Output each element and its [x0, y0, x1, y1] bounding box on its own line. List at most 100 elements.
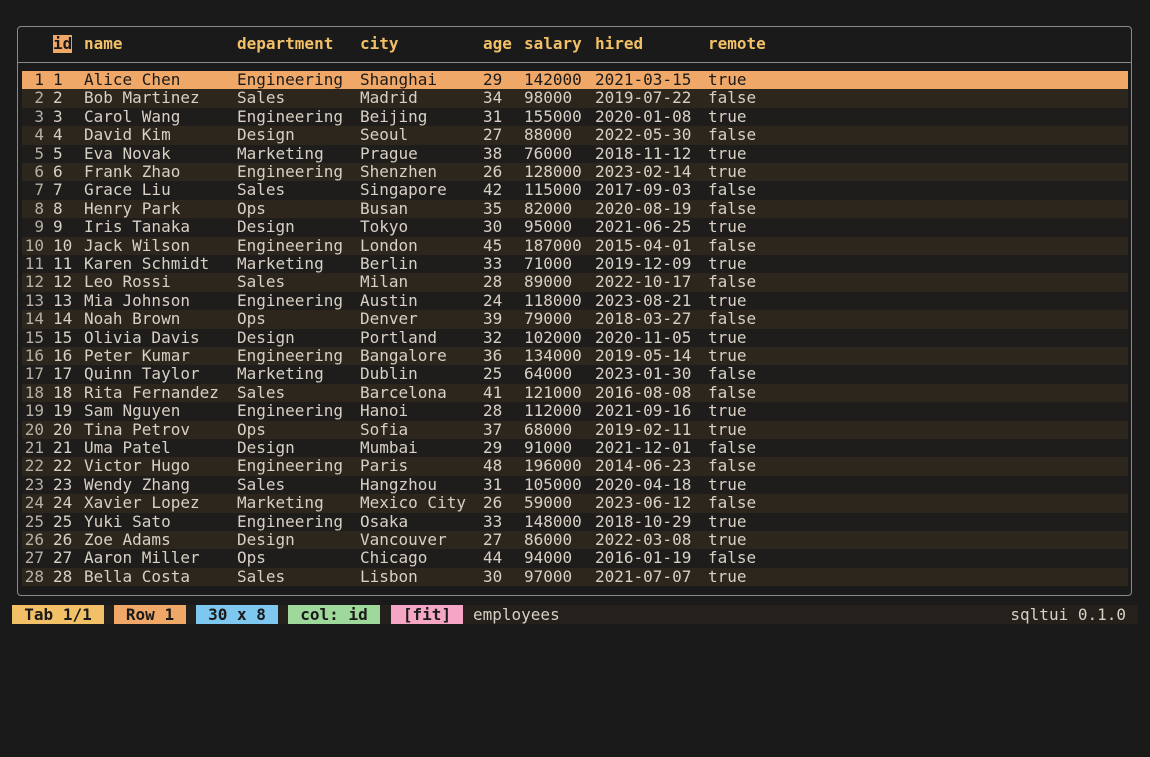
- column-header-department[interactable]: department: [237, 35, 333, 53]
- cell-id[interactable]: 13: [53, 291, 72, 310]
- cell-hired[interactable]: 2022-03-08: [595, 530, 691, 549]
- cell-city[interactable]: Osaka: [360, 512, 408, 531]
- cell-city[interactable]: Milan: [360, 272, 408, 291]
- cell-remote[interactable]: false: [708, 236, 756, 255]
- cell-name[interactable]: Henry Park: [84, 199, 180, 218]
- cell-city[interactable]: Barcelona: [360, 383, 447, 402]
- cell-id[interactable]: 24: [53, 493, 72, 512]
- cell-salary[interactable]: 71000: [524, 254, 572, 273]
- cell-age[interactable]: 28: [483, 272, 502, 291]
- cell-remote[interactable]: false: [708, 88, 756, 107]
- cell-city[interactable]: Madrid: [360, 88, 418, 107]
- table-row[interactable]: 3 3 Carol Wang Engineering Beijing 31 155000 20…: [22, 107, 1128, 127]
- cell-department[interactable]: Sales: [237, 88, 285, 107]
- table-row[interactable]: 12 12 Leo Rossi Sales Milan 28 89000 2022-10-17…: [22, 272, 1128, 292]
- table-row[interactable]: 23 23 Wendy Zhang Sales Hangzhou 31 105000 2020…: [22, 475, 1128, 495]
- cell-city[interactable]: Hanoi: [360, 401, 408, 420]
- cell-salary[interactable]: 102000: [524, 328, 582, 347]
- cell-name[interactable]: Carol Wang: [84, 107, 180, 126]
- cell-department[interactable]: Marketing: [237, 364, 324, 383]
- column-header-city[interactable]: city: [360, 35, 399, 53]
- cell-department[interactable]: Design: [237, 438, 295, 457]
- column-header-hired[interactable]: hired: [595, 35, 643, 53]
- cell-department[interactable]: Design: [237, 217, 295, 236]
- cell-name[interactable]: Alice Chen: [84, 70, 180, 89]
- cell-salary[interactable]: 86000: [524, 530, 572, 549]
- cell-name[interactable]: Frank Zhao: [84, 162, 180, 181]
- cell-city[interactable]: Sofia: [360, 420, 408, 439]
- table-row[interactable]: 20 20 Tina Petrov Ops Sofia 37 68000 2019-02-11…: [22, 420, 1128, 439]
- cell-remote[interactable]: true: [708, 567, 747, 586]
- cell-id[interactable]: 14: [53, 309, 72, 328]
- cell-id[interactable]: 12: [53, 272, 72, 291]
- cell-hired[interactable]: 2023-01-30: [595, 364, 691, 383]
- cell-id[interactable]: 9: [53, 217, 63, 236]
- cell-hired[interactable]: 2020-01-08: [595, 107, 691, 126]
- table-row[interactable]: 10 10 Jack Wilson Engineering London 45 187000…: [22, 236, 1128, 255]
- cell-department[interactable]: Sales: [237, 475, 285, 494]
- cell-salary[interactable]: 148000: [524, 512, 582, 531]
- cell-id[interactable]: 19: [53, 401, 72, 420]
- cell-department[interactable]: Engineering: [237, 162, 343, 181]
- cell-salary[interactable]: 89000: [524, 272, 572, 291]
- cell-age[interactable]: 25: [483, 364, 502, 383]
- cell-remote[interactable]: true: [708, 475, 747, 494]
- cell-city[interactable]: Singapore: [360, 180, 447, 199]
- column-header-remote[interactable]: remote: [708, 35, 766, 53]
- cell-id[interactable]: 1: [53, 70, 63, 89]
- cell-age[interactable]: 36: [483, 346, 502, 365]
- cell-salary[interactable]: 76000: [524, 144, 572, 163]
- cell-age[interactable]: 38: [483, 144, 502, 163]
- cell-remote[interactable]: true: [708, 530, 747, 549]
- cell-remote[interactable]: true: [708, 328, 747, 347]
- cell-age[interactable]: 30: [483, 217, 502, 236]
- cell-name[interactable]: Iris Tanaka: [84, 217, 190, 236]
- cell-department[interactable]: Engineering: [237, 401, 343, 420]
- cell-salary[interactable]: 142000: [524, 70, 582, 89]
- cell-salary[interactable]: 68000: [524, 420, 572, 439]
- cell-department[interactable]: Sales: [237, 567, 285, 586]
- table-row[interactable]: 15 15 Olivia Davis Design Portland 32 102000 20…: [22, 328, 1128, 347]
- cell-age[interactable]: 26: [483, 162, 502, 181]
- cell-id[interactable]: 21: [53, 438, 72, 457]
- cell-remote[interactable]: true: [708, 420, 747, 439]
- cell-name[interactable]: Aaron Miller: [84, 548, 200, 567]
- column-header-id[interactable]: id: [53, 35, 73, 53]
- table-row[interactable]: 18 18 Rita Fernandez Sales Barcelona 41 121000…: [22, 383, 1128, 403]
- cell-salary[interactable]: 82000: [524, 199, 572, 218]
- cell-salary[interactable]: 94000: [524, 548, 572, 567]
- cell-id[interactable]: 18: [53, 383, 72, 402]
- cell-salary[interactable]: 59000: [524, 493, 572, 512]
- cell-hired[interactable]: 2019-12-09: [595, 254, 691, 273]
- cell-remote[interactable]: false: [708, 125, 756, 144]
- cell-remote[interactable]: false: [708, 456, 756, 475]
- cell-city[interactable]: Berlin: [360, 254, 418, 273]
- cell-age[interactable]: 27: [483, 125, 502, 144]
- table-row[interactable]: 1 1 Alice Chen Engineering Shanghai 29 142000 2…: [22, 70, 1128, 90]
- cell-hired[interactable]: 2017-09-03: [595, 180, 691, 199]
- cell-hired[interactable]: 2021-07-07: [595, 567, 691, 586]
- cell-hired[interactable]: 2021-03-15: [595, 70, 691, 89]
- cell-hired[interactable]: 2022-05-30: [595, 125, 691, 144]
- cell-age[interactable]: 44: [483, 548, 502, 567]
- table-row[interactable]: 14 14 Noah Brown Ops Denver 39 79000 2018-03-27…: [22, 309, 1128, 329]
- cell-name[interactable]: Yuki Sato: [84, 512, 171, 531]
- cell-department[interactable]: Engineering: [237, 291, 343, 310]
- cell-city[interactable]: Mumbai: [360, 438, 418, 457]
- table-row[interactable]: 28 28 Bella Costa Sales Lisbon 30 97000 2021-07…: [22, 567, 1128, 587]
- cell-id[interactable]: 28: [53, 567, 72, 586]
- column-header-age[interactable]: age: [483, 35, 512, 53]
- cell-id[interactable]: 5: [53, 144, 63, 163]
- cell-name[interactable]: Eva Novak: [84, 144, 171, 163]
- cell-city[interactable]: Denver: [360, 309, 418, 328]
- cell-hired[interactable]: 2016-08-08: [595, 383, 691, 402]
- cell-salary[interactable]: 128000: [524, 162, 582, 181]
- cell-remote[interactable]: false: [708, 180, 756, 199]
- cell-city[interactable]: Lisbon: [360, 567, 418, 586]
- cell-age[interactable]: 48: [483, 456, 502, 475]
- cell-salary[interactable]: 187000: [524, 236, 582, 255]
- cell-id[interactable]: 22: [53, 456, 72, 475]
- cell-name[interactable]: Bob Martinez: [84, 88, 200, 107]
- tab-indicator-badge[interactable]: Tab 1/1: [12, 605, 104, 624]
- cell-city[interactable]: Portland: [360, 328, 437, 347]
